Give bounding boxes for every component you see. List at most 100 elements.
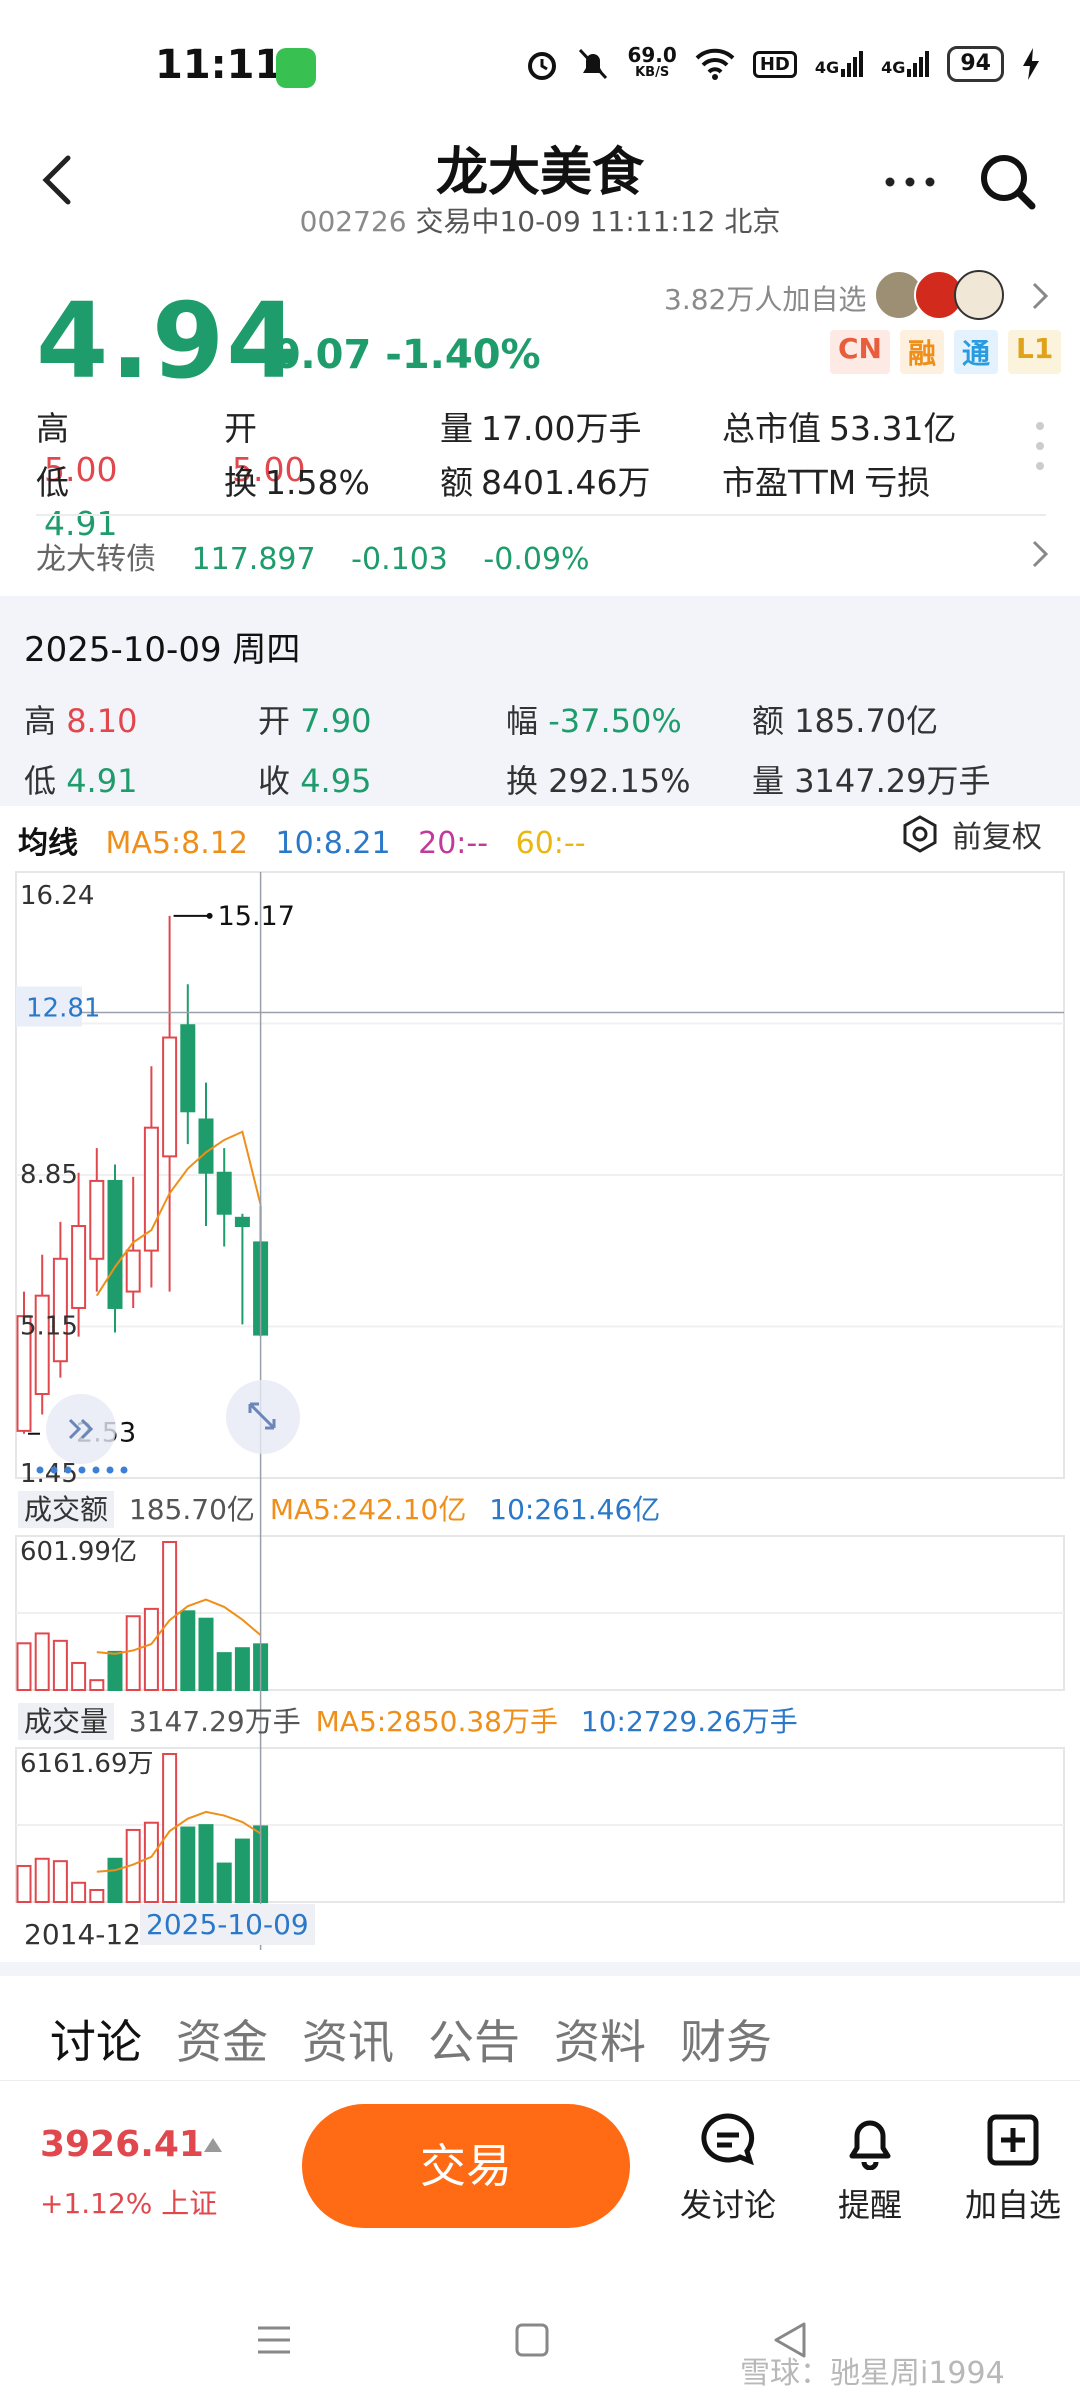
volume-bar [107,1857,123,1904]
volume-bar [216,1652,232,1692]
message-notification-icon [276,48,316,88]
marker-dot [64,1466,72,1474]
vertical-more-icon[interactable] [1034,420,1046,472]
volume-panel: 6161.69万 [15,1747,1065,1904]
trade-button[interactable]: 交易 [302,2104,630,2228]
day-high: 高 8.10 [24,702,138,740]
volume-legend: 成交量 3147.29万手 MA5:2850.38万手 10:2729.26万手 [18,1700,798,1740]
y-tick-label: 16.24 [20,881,94,911]
volume-bar [89,1888,105,1904]
max-pointer-dot [206,912,213,919]
charging-icon [1023,48,1039,80]
add-square-icon [987,2114,1039,2166]
candle [162,1036,178,1158]
bell-icon [849,2120,891,2170]
more-icon[interactable] [880,160,940,200]
marker-dot [106,1466,114,1474]
triangle-up-icon [204,2138,222,2152]
amount-stat: 额 8401.46万 [440,463,651,502]
candle [52,1257,68,1363]
amount-legend: 成交额 185.70亿 MA5:242.10亿 10:261.46亿 [18,1488,660,1528]
remind-button[interactable]: 提醒 [820,2110,920,2226]
volume-bar [16,1864,32,1904]
status-time: 11:11 [155,42,283,88]
remind-label: 提醒 [837,2186,902,2224]
hd-icon: HD [752,50,797,78]
chevron-right-icon[interactable] [1030,538,1050,570]
home-nav-icon[interactable] [514,2322,550,2358]
menu-nav-icon[interactable] [256,2322,292,2358]
adjust-button[interactable]: 前复权 [900,812,1042,856]
ma20-value: 20:-- [418,826,489,861]
add-watchlist-button[interactable]: 加自选 [958,2110,1068,2226]
candle [198,1118,214,1174]
convertible-bond-row[interactable]: 龙大转债 117.897 -0.103 -0.09% [36,534,616,578]
price-change: -0.07 -1.40% [256,332,541,378]
x-axis-start: 2014-12 [24,1918,141,1951]
bond-change: -0.103 [351,542,448,577]
follower-avatars[interactable] [874,270,1004,320]
discuss-label: 发讨论 [679,2186,776,2224]
bond-name: 龙大转债 [36,542,156,577]
panel-max-tick: 601.99亿 [20,1537,137,1567]
day-amount: 额 185.70亿 [752,702,939,740]
chart-grid [15,871,1065,1479]
candle [180,1024,196,1113]
bond-change-pct: -0.09% [483,542,590,577]
volume-bar [216,1862,232,1903]
alarm-icon [528,52,557,80]
day-volume: 量 3147.29万手 [752,762,991,800]
day-low: 低 4.91 [24,762,138,800]
fullscreen-button[interactable] [226,1380,300,1454]
amount-panel: 601.99亿 [15,1535,1065,1692]
low-stat: 低4.91 [36,463,118,543]
fullscreen-icon [248,1402,276,1430]
day-date: 2025-10-09 周四 [24,630,301,670]
stock-subtitle: 002726 交易中10-09 11:11:12 北京 [0,200,1080,240]
index-value[interactable]: 3926.41 [40,2124,204,2165]
chevron-right-icon[interactable] [1030,280,1050,312]
index-change[interactable]: +1.12% 上证 [40,2182,217,2222]
marker-dot [120,1466,128,1474]
status-icons: 69.0 KB/S HD 4G 4G 94 [525,43,1040,82]
volume-bar [71,1881,87,1903]
pe-stat: 市盈TTM 亏损 [722,463,931,502]
candle [71,1225,87,1309]
volume-bar [16,1642,32,1692]
followers-count[interactable]: 3.82万人加自选 [664,278,866,318]
volume-bar [180,1826,196,1904]
candle [234,1216,250,1228]
double-chevron-right-icon [68,1418,94,1440]
kline-chart[interactable]: 601.99亿 6161.69万 16.2412.818.855.151.451… [0,860,1080,1960]
change-percent: -1.40% [385,332,541,378]
settings-hex-icon [903,815,937,853]
volume-bar [125,1615,141,1692]
ma5-value: MA5:8.12 [105,826,248,861]
expand-left-button[interactable] [46,1394,116,1464]
volume-bar [71,1661,87,1691]
adjust-label: 前复权 [952,820,1042,855]
x-axis-cursor: 2025-10-09 [140,1904,315,1945]
wifi-icon [695,48,735,80]
search-icon[interactable] [976,150,1040,214]
ma-label: 均线 [18,826,78,861]
volume-bar [52,1639,68,1692]
marker-dot [50,1466,58,1474]
market-cap-stat: 总市值 53.31亿 [722,409,957,448]
day-open: 开 7.90 [258,702,372,740]
turnover-stat: 换 1.58% [224,463,370,502]
badge-connect: 通 [954,330,999,374]
volume-bar [234,1647,250,1691]
status-bar: 11:11 69.0 KB/S HD 4G 4G 94 [0,0,1080,140]
volume-bar [89,1679,105,1692]
discuss-button[interactable]: 发讨论 [678,2110,778,2226]
net-speed: 69.0 KB/S [627,43,677,80]
volume-bar [198,1617,214,1691]
badge-cn: CN [830,330,890,374]
marker-dot [78,1466,86,1474]
stock-code: 002726 [299,205,407,238]
volume-stat: 量 17.00万手 [440,409,642,448]
day-turnover: 换 292.15% [506,762,691,800]
crosshair-price-label: 12.81 [26,994,100,1024]
candle [107,1179,123,1309]
